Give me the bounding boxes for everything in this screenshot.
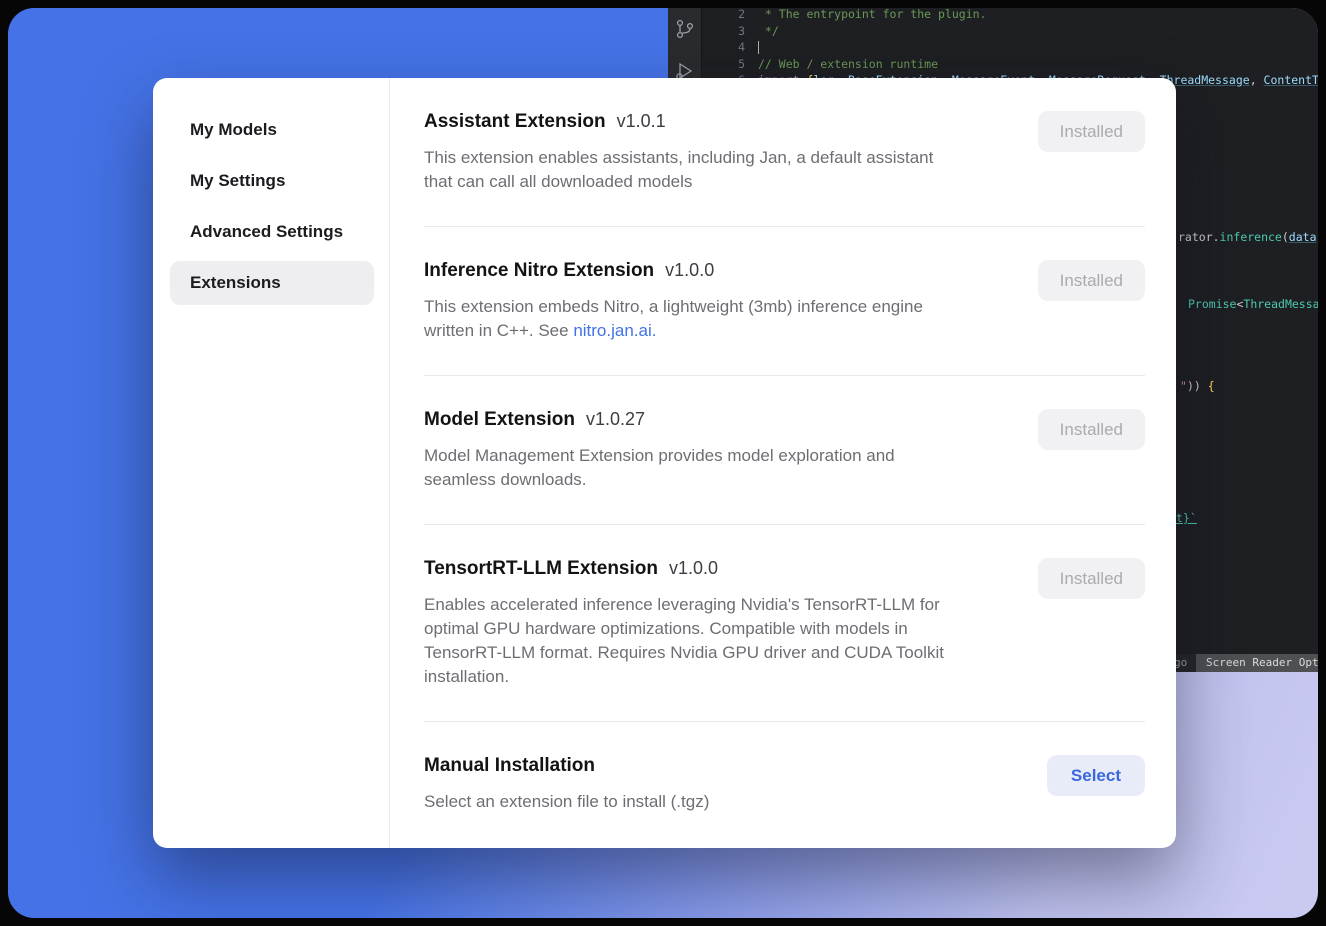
extension-title: Assistant Extension v1.0.1 bbox=[424, 111, 933, 133]
code-fragment: t}` bbox=[1176, 510, 1197, 527]
settings-modal: My Models My Settings Advanced Settings … bbox=[153, 78, 1176, 848]
extension-title: Inference Nitro Extension v1.0.0 bbox=[424, 260, 923, 282]
extension-title: TensortRT-LLM Extension v1.0.0 bbox=[424, 558, 944, 580]
extension-title: Model Extension v1.0.27 bbox=[424, 409, 895, 431]
extension-name: Inference Nitro Extension bbox=[424, 260, 654, 281]
screen-reader-chip[interactable]: Screen Reader Optimized bbox=[1196, 654, 1318, 672]
nitro-jan-ai-link[interactable]: nitro.jan.ai. bbox=[573, 321, 656, 340]
installed-button[interactable]: Installed bbox=[1038, 409, 1145, 450]
manual-installation-description: Select an extension file to install (.tg… bbox=[424, 790, 709, 814]
code-fragment: ")) { bbox=[1180, 378, 1215, 395]
extension-version: v1.0.0 bbox=[669, 558, 718, 578]
extension-version: v1.0.0 bbox=[665, 260, 714, 280]
settings-sidebar: My Models My Settings Advanced Settings … bbox=[153, 78, 390, 848]
extension-version: v1.0.1 bbox=[617, 111, 666, 131]
extension-row-inference-nitro: Inference Nitro Extension v1.0.0 This ext… bbox=[424, 227, 1145, 376]
sidebar-item-extensions[interactable]: Extensions bbox=[170, 261, 374, 305]
installed-button[interactable]: Installed bbox=[1038, 111, 1145, 152]
extension-description: Enables accelerated inference leveraging… bbox=[424, 593, 944, 689]
sidebar-item-my-settings[interactable]: My Settings bbox=[170, 159, 374, 203]
extension-description: This extension enables assistants, inclu… bbox=[424, 146, 933, 194]
extension-row-tensorrt-llm: TensortRT-LLM Extension v1.0.0 Enables ac… bbox=[424, 525, 1145, 722]
sidebar-item-advanced-settings[interactable]: Advanced Settings bbox=[170, 210, 374, 254]
extension-row-assistant: Assistant Extension v1.0.1 This extension… bbox=[424, 78, 1145, 227]
extension-description: Model Management Extension provides mode… bbox=[424, 444, 895, 492]
installed-button[interactable]: Installed bbox=[1038, 558, 1145, 599]
description-text: This extension embeds Nitro, a lightweig… bbox=[424, 297, 923, 340]
code-fragment: rator.inference(data)); bbox=[1178, 229, 1318, 246]
extension-version: v1.0.27 bbox=[586, 409, 645, 429]
manual-installation-title: Manual Installation bbox=[424, 755, 709, 777]
code-lines: 2 * The entrypoint for the plugin.3 */45… bbox=[702, 8, 1318, 89]
extension-name: TensortRT-LLM Extension bbox=[424, 558, 658, 579]
extensions-list: Assistant Extension v1.0.1 This extension… bbox=[390, 78, 1176, 848]
code-fragment: Promise<ThreadMessage> bbox=[1188, 296, 1318, 313]
sidebar-item-my-models[interactable]: My Models bbox=[170, 108, 374, 152]
manual-installation-row: Manual Installation Select an extension … bbox=[424, 722, 1145, 846]
app-window: 2 * The entrypoint for the plugin.3 */45… bbox=[8, 8, 1318, 918]
extension-name: Assistant Extension bbox=[424, 111, 606, 132]
extension-name: Model Extension bbox=[424, 409, 575, 430]
code-line: 5// Web / extension runtime bbox=[702, 56, 1318, 73]
source-control-icon bbox=[674, 18, 696, 40]
extension-description: This extension embeds Nitro, a lightweig… bbox=[424, 295, 923, 343]
code-line: 4 bbox=[702, 39, 1318, 56]
code-line: 2 * The entrypoint for the plugin. bbox=[702, 8, 1318, 23]
installed-button[interactable]: Installed bbox=[1038, 260, 1145, 301]
code-line: 3 */ bbox=[702, 23, 1318, 40]
select-file-button[interactable]: Select bbox=[1047, 755, 1145, 796]
extension-row-model: Model Extension v1.0.27 Model Management … bbox=[424, 376, 1145, 525]
